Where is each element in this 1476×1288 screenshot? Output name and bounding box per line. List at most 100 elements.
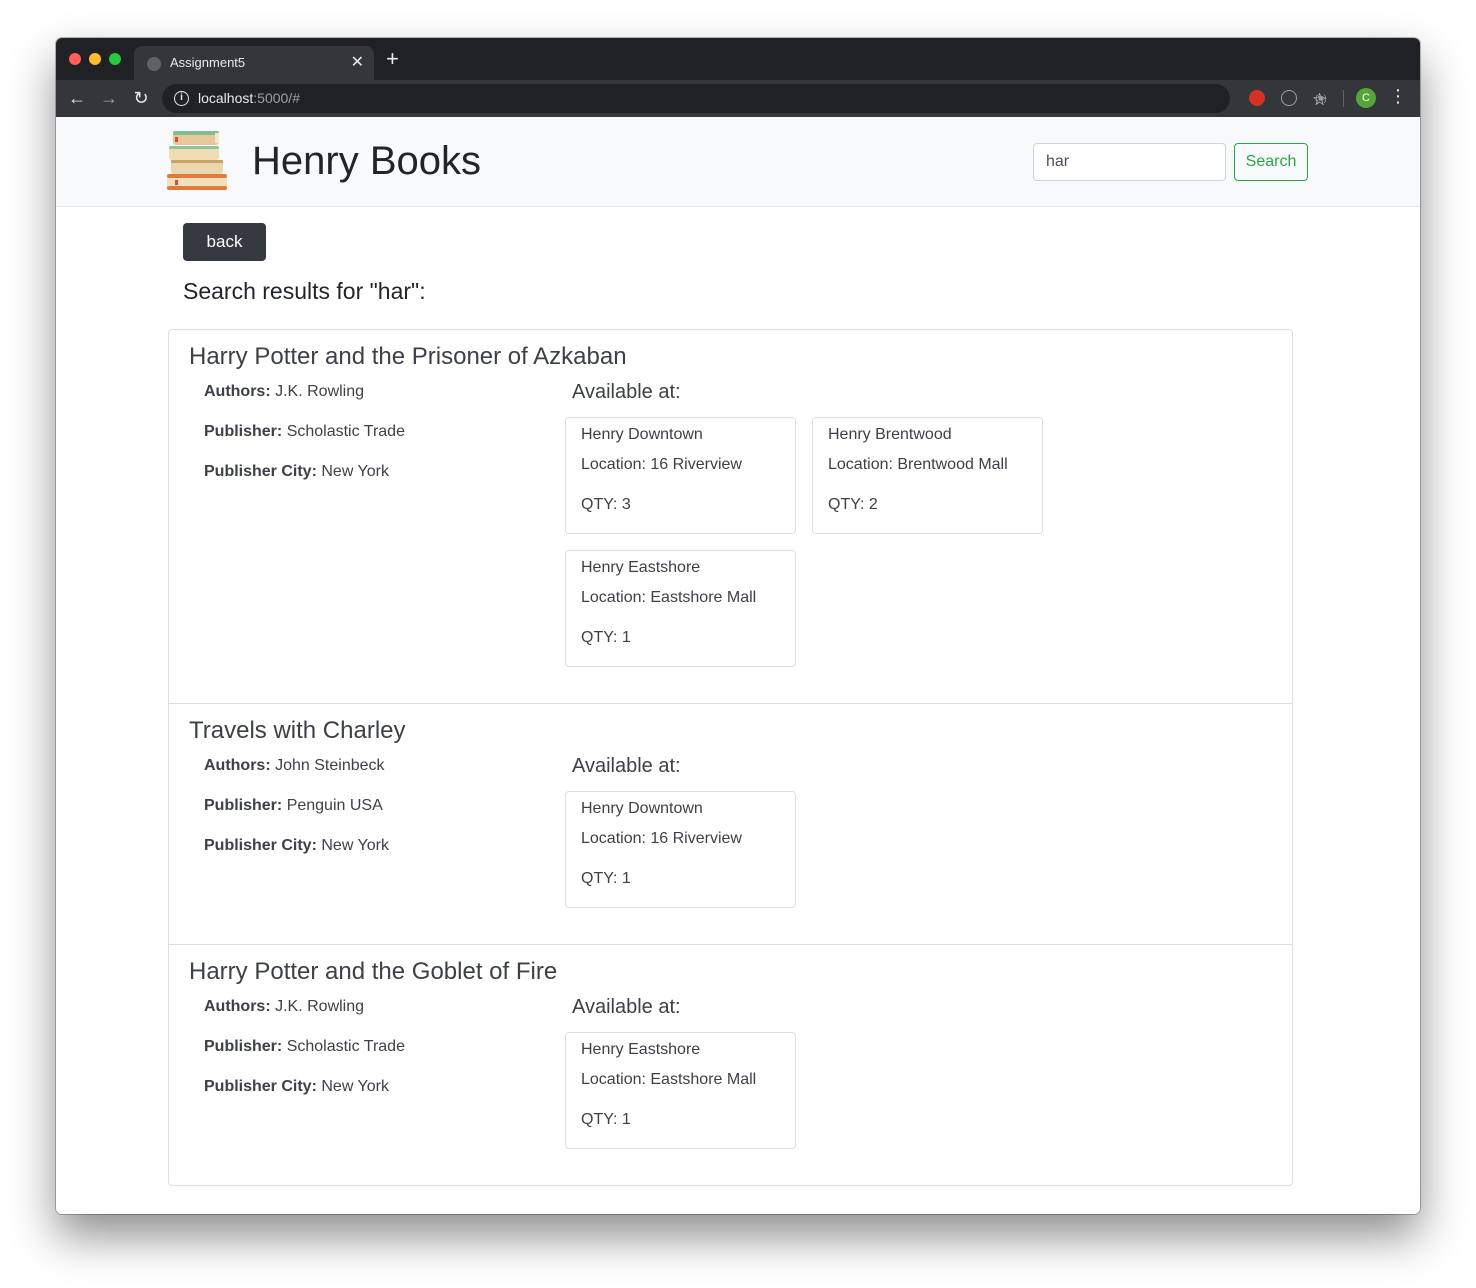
publisher-city-value: New York bbox=[321, 1078, 389, 1095]
store-card: Henry Downtown Location: 16 Riverview QT… bbox=[565, 791, 796, 908]
navbar: Henry Books Search bbox=[56, 117, 1420, 207]
authors-value: J.K. Rowling bbox=[275, 998, 365, 1015]
publisher-value: Penguin USA bbox=[286, 797, 383, 814]
available-at-heading: Available at: bbox=[572, 381, 681, 403]
availability-section: Available at: Henry Eastshore Location: … bbox=[565, 992, 1265, 1165]
book-card: Travels with Charley Authors: John Stein… bbox=[169, 703, 1292, 944]
brand-title[interactable]: Henry Books bbox=[252, 139, 481, 184]
publisher-label: Publisher: bbox=[204, 1038, 283, 1055]
adblock-extension-icon[interactable] bbox=[1249, 90, 1265, 106]
close-window-button[interactable] bbox=[69, 53, 81, 65]
new-tab-button[interactable]: + bbox=[386, 47, 399, 71]
store-name: Henry Brentwood bbox=[828, 426, 952, 443]
forward-arrow-icon[interactable]: → bbox=[97, 86, 121, 110]
available-at-heading: Available at: bbox=[572, 996, 681, 1018]
profile-avatar[interactable]: C bbox=[1356, 88, 1376, 108]
publisher-line: Publisher: Scholastic Trade bbox=[204, 423, 565, 463]
books-logo-icon[interactable] bbox=[167, 129, 229, 191]
browser-toolbar: ← → ↻ i localhost:5000/# ☆ (■) C ⋮ bbox=[56, 80, 1420, 117]
maximize-window-button[interactable] bbox=[109, 53, 121, 65]
menu-icon[interactable]: ⋮ bbox=[1389, 86, 1407, 107]
search-button[interactable]: Search bbox=[1234, 143, 1308, 181]
browser-tab[interactable]: Assignment5 ✕ bbox=[134, 46, 374, 80]
store-qty: QTY: 3 bbox=[581, 496, 631, 513]
store-qty: QTY: 1 bbox=[581, 870, 631, 887]
available-at-heading: Available at: bbox=[572, 755, 681, 777]
publisher-city-label: Publisher City: bbox=[204, 837, 317, 854]
store-name: Henry Eastshore bbox=[581, 559, 701, 576]
back-arrow-icon[interactable]: ← bbox=[65, 86, 89, 110]
authors-label: Authors: bbox=[204, 757, 271, 774]
search-input[interactable] bbox=[1033, 143, 1226, 181]
results-list: Harry Potter and the Prisoner of Azkaban… bbox=[168, 329, 1293, 1186]
page-content: Henry Books Search back Search results f… bbox=[56, 117, 1420, 1214]
store-location: Location: 16 Riverview bbox=[581, 830, 742, 847]
publisher-city-line: Publisher City: New York bbox=[204, 1078, 565, 1118]
authors-line: Authors: John Steinbeck bbox=[204, 757, 565, 797]
tab-title: Assignment5 bbox=[170, 55, 246, 70]
publisher-city-line: Publisher City: New York bbox=[204, 463, 565, 503]
book-title: Harry Potter and the Goblet of Fire bbox=[189, 958, 558, 985]
authors-value: John Steinbeck bbox=[275, 757, 385, 774]
publisher-label: Publisher: bbox=[204, 797, 283, 814]
book-card: Harry Potter and the Goblet of Fire Auth… bbox=[169, 944, 1292, 1185]
authors-line: Authors: J.K. Rowling bbox=[204, 383, 565, 423]
close-icon[interactable]: ✕ bbox=[351, 52, 364, 72]
publisher-city-label: Publisher City: bbox=[204, 463, 317, 480]
url-host: localhost bbox=[198, 90, 254, 106]
store-qty: QTY: 1 bbox=[581, 1111, 631, 1128]
info-icon[interactable]: i bbox=[174, 91, 189, 106]
store-name: Henry Downtown bbox=[581, 426, 703, 443]
authors-line: Authors: J.K. Rowling bbox=[204, 998, 565, 1038]
publisher-value: Scholastic Trade bbox=[286, 423, 405, 440]
store-qty: QTY: 2 bbox=[828, 496, 878, 513]
publisher-city-label: Publisher City: bbox=[204, 1078, 317, 1095]
store-list: Henry Downtown Location: 16 Riverview QT… bbox=[565, 791, 1065, 924]
store-card: Henry Brentwood Location: Brentwood Mall… bbox=[812, 417, 1043, 534]
book-body: Authors: J.K. Rowling Publisher: Scholas… bbox=[189, 992, 1272, 1165]
publisher-value: Scholastic Trade bbox=[286, 1038, 405, 1055]
store-card: Henry Eastshore Location: Eastshore Mall… bbox=[565, 1032, 796, 1149]
book-meta: Authors: J.K. Rowling Publisher: Scholas… bbox=[189, 992, 565, 1165]
book-meta: Authors: John Steinbeck Publisher: Pengu… bbox=[189, 751, 565, 924]
publisher-label: Publisher: bbox=[204, 423, 283, 440]
store-card: Henry Downtown Location: 16 Riverview QT… bbox=[565, 417, 796, 534]
availability-section: Available at: Henry Downtown Location: 1… bbox=[565, 751, 1265, 924]
tab-bar: Assignment5 ✕ + bbox=[56, 38, 1420, 80]
extension-icon[interactable] bbox=[1281, 90, 1297, 106]
url-text: localhost:5000/# bbox=[198, 90, 300, 106]
extension-icon[interactable]: (■) bbox=[1313, 90, 1329, 106]
authors-label: Authors: bbox=[204, 383, 271, 400]
browser-window: Assignment5 ✕ + ← → ↻ i localhost:5000/#… bbox=[56, 38, 1420, 1214]
authors-value: J.K. Rowling bbox=[275, 383, 365, 400]
book-title: Harry Potter and the Prisoner of Azkaban bbox=[189, 343, 627, 370]
publisher-city-value: New York bbox=[321, 837, 389, 854]
store-location: Location: Eastshore Mall bbox=[581, 1071, 757, 1088]
store-name: Henry Downtown bbox=[581, 800, 703, 817]
publisher-line: Publisher: Penguin USA bbox=[204, 797, 565, 837]
book-card: Harry Potter and the Prisoner of Azkaban… bbox=[169, 330, 1292, 703]
publisher-city-line: Publisher City: New York bbox=[204, 837, 565, 877]
publisher-line: Publisher: Scholastic Trade bbox=[204, 1038, 565, 1078]
availability-section: Available at: Henry Downtown Location: 1… bbox=[565, 377, 1265, 683]
url-path: :5000/# bbox=[253, 90, 300, 106]
book-title: Travels with Charley bbox=[189, 717, 406, 744]
address-bar[interactable]: i localhost:5000/# ☆ bbox=[162, 84, 1327, 113]
store-location: Location: 16 Riverview bbox=[581, 456, 742, 473]
store-location: Location: Brentwood Mall bbox=[828, 456, 1008, 473]
publisher-city-value: New York bbox=[321, 463, 389, 480]
book-body: Authors: J.K. Rowling Publisher: Scholas… bbox=[189, 377, 1272, 683]
toolbar-divider bbox=[1343, 90, 1344, 107]
store-name: Henry Eastshore bbox=[581, 1041, 701, 1058]
back-button[interactable]: back bbox=[183, 223, 266, 261]
book-meta: Authors: J.K. Rowling Publisher: Scholas… bbox=[189, 377, 565, 683]
minimize-window-button[interactable] bbox=[89, 53, 101, 65]
globe-icon bbox=[147, 57, 161, 71]
reload-icon[interactable]: ↻ bbox=[129, 86, 153, 110]
store-location: Location: Eastshore Mall bbox=[581, 589, 757, 606]
results-heading: Search results for "har": bbox=[183, 278, 426, 304]
authors-label: Authors: bbox=[204, 998, 271, 1015]
store-list: Henry Eastshore Location: Eastshore Mall… bbox=[565, 1032, 1065, 1165]
store-list: Henry Downtown Location: 16 Riverview QT… bbox=[565, 417, 1065, 683]
store-card: Henry Eastshore Location: Eastshore Mall… bbox=[565, 550, 796, 667]
